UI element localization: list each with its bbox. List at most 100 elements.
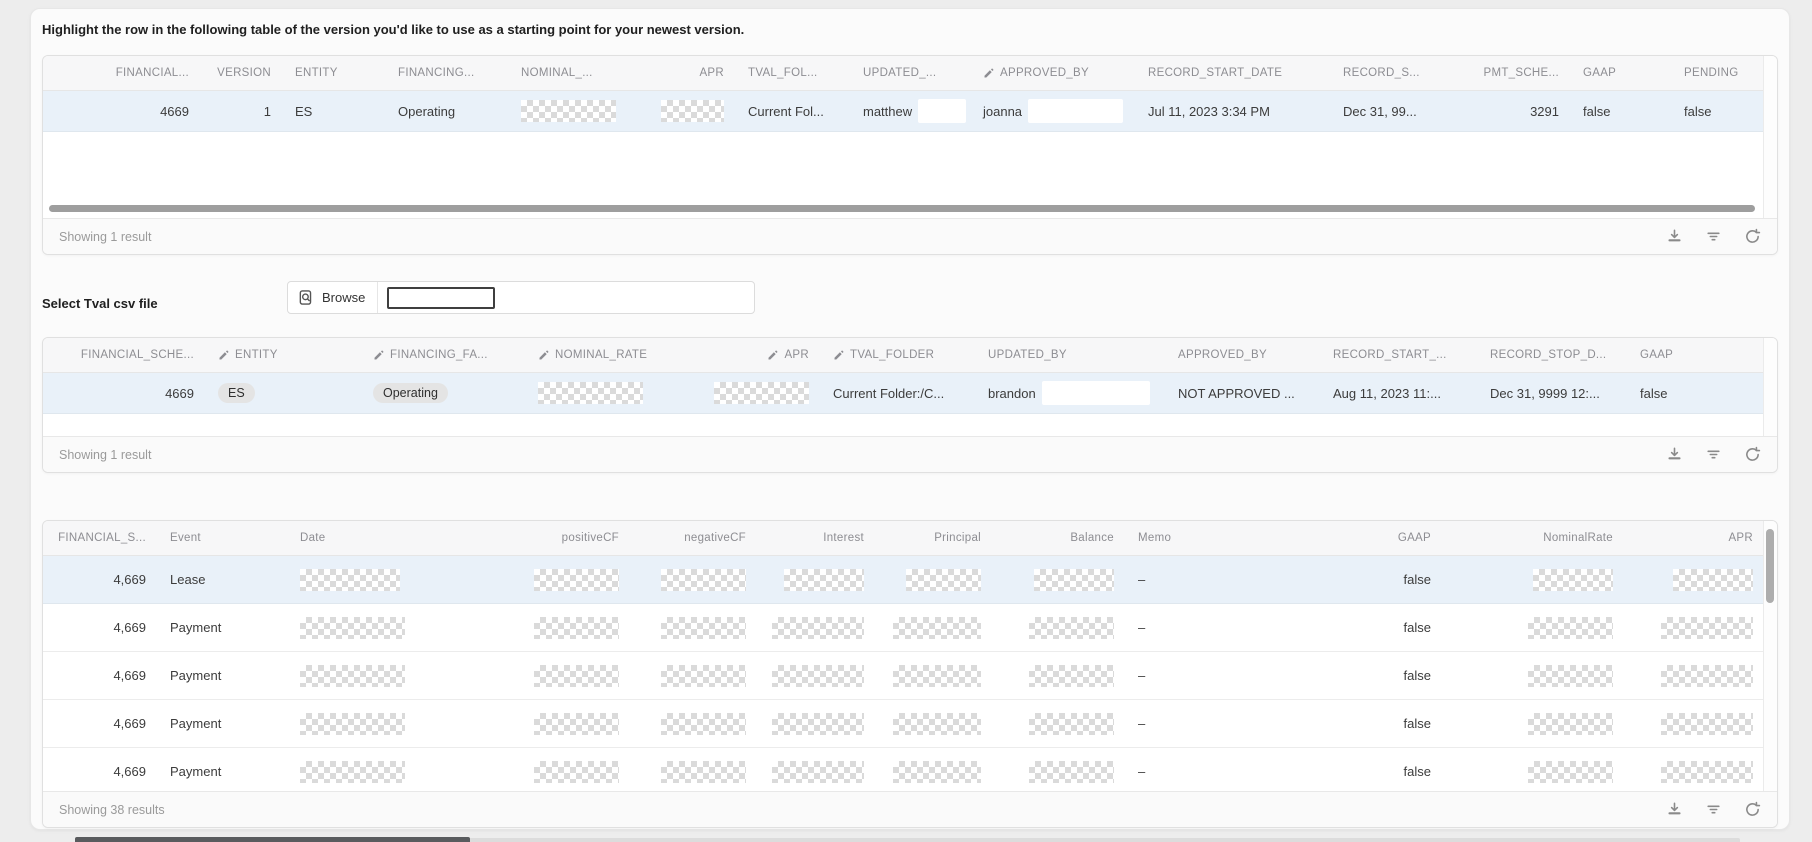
table-cell: 4,669: [43, 604, 158, 651]
filter-icon[interactable]: [1705, 228, 1722, 245]
table-row[interactable]: 4,669Lease–false: [43, 556, 1777, 604]
table-cell: [1443, 700, 1625, 747]
column-header[interactable]: NOMINAL_...: [509, 56, 661, 90]
column-header[interactable]: RECORD_S...: [1331, 56, 1456, 90]
table-cell: Dec 31, 9999 12:...: [1478, 373, 1628, 413]
column-header[interactable]: RECORD_START_...: [1321, 338, 1478, 372]
table-cell: 4,669: [43, 556, 158, 603]
refresh-icon[interactable]: [1744, 801, 1761, 818]
column-header[interactable]: APR: [691, 338, 821, 372]
refresh-icon[interactable]: [1744, 446, 1761, 463]
vertical-scrollbar-track[interactable]: [1763, 56, 1777, 218]
table-cell: [993, 604, 1126, 651]
table-cell: false: [1331, 556, 1443, 603]
column-header[interactable]: GAAP: [1331, 521, 1443, 555]
table-cell: [661, 91, 736, 131]
redacted-cell: [893, 761, 981, 783]
table-cell: [876, 700, 993, 747]
table-row[interactable]: 4,669Payment–false: [43, 748, 1777, 793]
horizontal-scrollbar-thumb[interactable]: [49, 205, 1755, 212]
table-cell: [631, 652, 758, 699]
table-cell: Current Folder:/C...: [821, 373, 976, 413]
column-header[interactable]: FINANCING_FA...: [361, 338, 526, 372]
column-header[interactable]: VERSION: [201, 56, 283, 90]
table-cell: false: [1331, 652, 1443, 699]
column-header[interactable]: Memo: [1126, 521, 1331, 555]
pencil-icon: [767, 349, 779, 361]
table-row[interactable]: 4,669Payment–false: [43, 700, 1777, 748]
column-header[interactable]: Balance: [993, 521, 1126, 555]
vertical-scrollbar-track[interactable]: [1763, 521, 1777, 791]
column-header[interactable]: APPROVED_BY: [971, 56, 1136, 90]
column-header[interactable]: APPROVED_BY: [1166, 338, 1321, 372]
column-header[interactable]: UPDATED_BY: [976, 338, 1166, 372]
table-cell: [526, 373, 691, 413]
column-header[interactable]: ENTITY: [283, 56, 386, 90]
table-cell: [758, 556, 876, 603]
column-header[interactable]: TVAL_FOLDER: [821, 338, 976, 372]
pencil-icon: [833, 349, 845, 361]
file-input[interactable]: Browse: [287, 281, 755, 314]
vertical-scrollbar-thumb[interactable]: [1766, 529, 1774, 603]
column-header[interactable]: Interest: [758, 521, 876, 555]
column-header[interactable]: TVAL_FOL...: [736, 56, 851, 90]
refresh-icon[interactable]: [1744, 228, 1761, 245]
redacted-cell: [893, 617, 981, 639]
table-cell: 4,669: [43, 748, 158, 793]
column-header[interactable]: RECORD_START_DATE: [1136, 56, 1331, 90]
column-header[interactable]: APR: [661, 56, 736, 90]
column-header[interactable]: negativeCF: [631, 521, 758, 555]
redacted-overlay: [1042, 381, 1150, 405]
column-header[interactable]: PMT_SCHE...: [1456, 56, 1571, 90]
table-header-row: FINANCIAL...VERSIONENTITYFINANCING...NOM…: [43, 56, 1777, 91]
column-header[interactable]: FINANCIAL_SCHE...: [43, 338, 206, 372]
table-row[interactable]: 4,669Payment–false: [43, 652, 1777, 700]
result-count: Showing 38 results: [59, 803, 165, 817]
table-cell: [631, 748, 758, 793]
column-header[interactable]: Date: [288, 521, 501, 555]
redacted-cell: [1673, 569, 1753, 591]
table-cell: Payment: [158, 652, 288, 699]
table-cell: [501, 604, 631, 651]
column-header[interactable]: GAAP: [1628, 338, 1765, 372]
column-header[interactable]: Principal: [876, 521, 993, 555]
table-cell: [1443, 748, 1625, 793]
table-cell: [876, 604, 993, 651]
table-cell: [501, 652, 631, 699]
filter-icon[interactable]: [1705, 446, 1722, 463]
table-cell: Dec 31, 99...: [1331, 91, 1456, 131]
download-icon[interactable]: [1666, 228, 1683, 245]
table-cell: false: [1571, 91, 1672, 131]
column-header[interactable]: positiveCF: [501, 521, 631, 555]
redacted-cell: [772, 617, 864, 639]
table-row[interactable]: 46691ESOperatingCurrent Fol...matthewjoa…: [43, 91, 1777, 132]
column-header[interactable]: FINANCIAL...: [43, 56, 201, 90]
column-header[interactable]: NominalRate: [1443, 521, 1625, 555]
column-header[interactable]: FINANCING...: [386, 56, 509, 90]
table-cell: [288, 748, 501, 793]
table-row[interactable]: 4,669Payment–false: [43, 604, 1777, 652]
column-header[interactable]: APR: [1625, 521, 1765, 555]
column-header[interactable]: ENTITY: [206, 338, 361, 372]
download-icon[interactable]: [1666, 446, 1683, 463]
column-header[interactable]: FINANCIAL_S...: [43, 521, 158, 555]
column-header[interactable]: NOMINAL_RATE: [526, 338, 691, 372]
table-cell: [1625, 700, 1765, 747]
column-header[interactable]: GAAP: [1571, 56, 1672, 90]
table-cell: [1443, 604, 1625, 651]
table-cell: [1443, 652, 1625, 699]
table-cell: [631, 604, 758, 651]
column-header[interactable]: PENDING: [1672, 56, 1765, 90]
column-header[interactable]: Event: [158, 521, 288, 555]
filter-icon[interactable]: [1705, 801, 1722, 818]
redacted-cell: [661, 761, 746, 783]
download-icon[interactable]: [1666, 801, 1683, 818]
column-header[interactable]: RECORD_STOP_D...: [1478, 338, 1628, 372]
redacted-cell: [300, 569, 400, 591]
table-cell: –: [1126, 652, 1331, 699]
browse-button[interactable]: Browse: [288, 282, 378, 313]
redacted-cell: [1034, 569, 1114, 591]
vertical-scrollbar-track[interactable]: [1763, 338, 1777, 436]
table-row[interactable]: 4669ESOperatingCurrent Folder:/C...brand…: [43, 373, 1777, 414]
column-header[interactable]: UPDATED_...: [851, 56, 971, 90]
